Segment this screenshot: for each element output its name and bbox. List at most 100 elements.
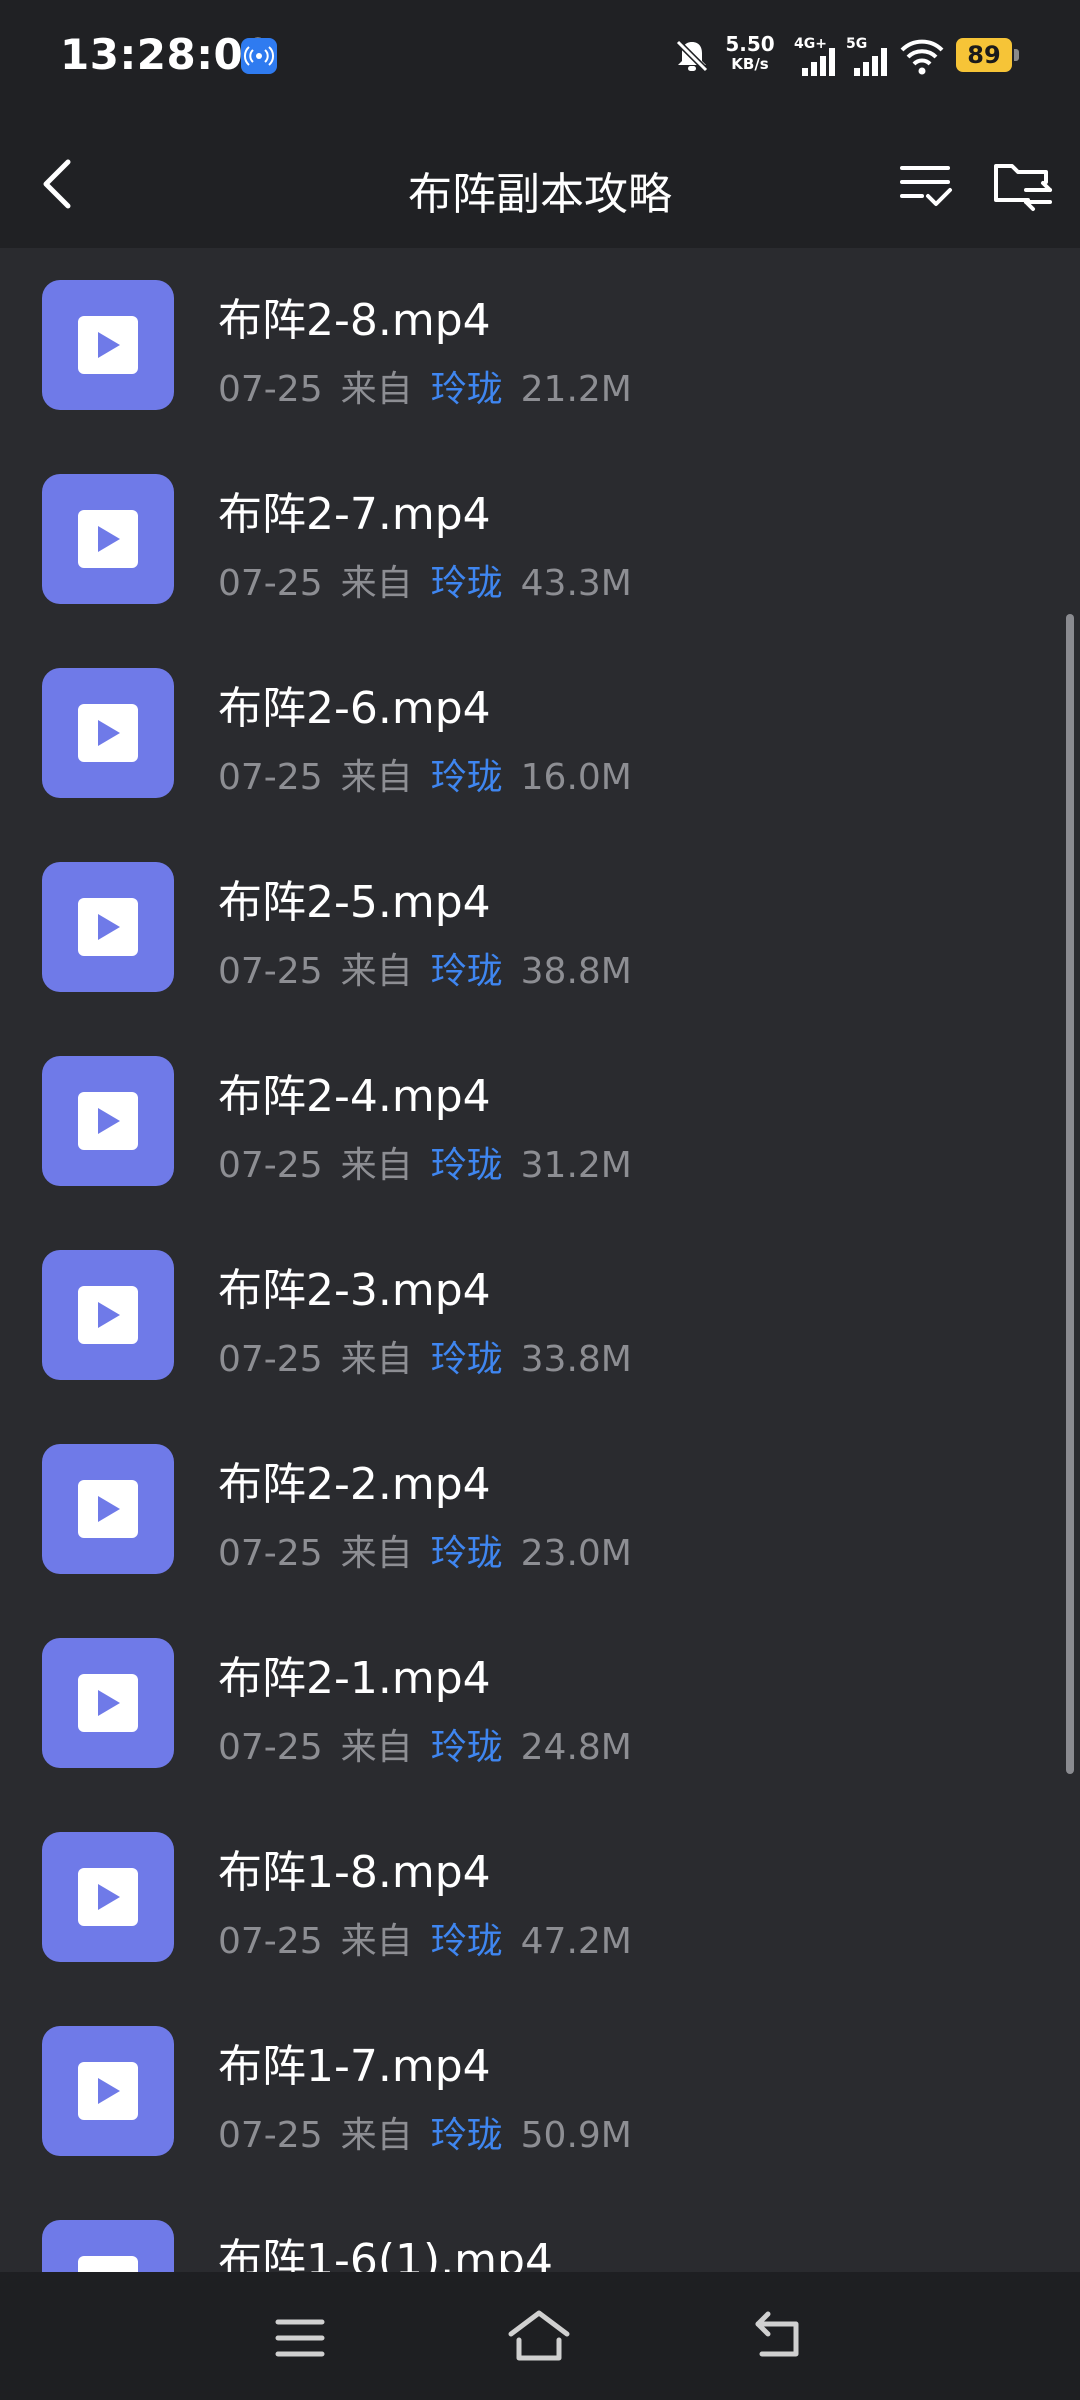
file-from-label: 来自 bbox=[340, 1339, 413, 1380]
file-from-label: 来自 bbox=[340, 757, 413, 798]
file-date: 07-25 bbox=[218, 1921, 323, 1962]
file-name: 布阵2-5.mp4 bbox=[218, 877, 491, 928]
home-icon[interactable] bbox=[506, 2308, 572, 2364]
file-name: 布阵2-3.mp4 bbox=[218, 1265, 491, 1316]
signal-icon-2: 5G bbox=[846, 36, 890, 76]
video-thumbnail bbox=[42, 1638, 174, 1768]
list-item[interactable]: 布阵2-3.mp4 07-25 来自 玲珑 33.8M bbox=[0, 1218, 1060, 1412]
file-size: 21.2M bbox=[520, 369, 632, 410]
file-name: 布阵2-1.mp4 bbox=[218, 1653, 491, 1704]
file-date: 07-25 bbox=[218, 1727, 323, 1768]
file-date: 07-25 bbox=[218, 2115, 323, 2156]
video-thumbnail bbox=[42, 1444, 174, 1574]
sort-check-icon[interactable] bbox=[898, 156, 954, 212]
video-thumbnail bbox=[42, 1056, 174, 1186]
bell-off-icon bbox=[672, 36, 712, 76]
back-icon[interactable] bbox=[752, 2310, 806, 2360]
file-name: 布阵2-8.mp4 bbox=[218, 295, 491, 346]
file-from-label: 来自 bbox=[340, 563, 413, 604]
list-item[interactable]: 布阵2-5.mp4 07-25 来自 玲珑 38.8M bbox=[0, 830, 1060, 1024]
file-from-label: 来自 bbox=[340, 951, 413, 992]
file-meta: 07-25 来自 玲珑 21.2M bbox=[218, 360, 650, 412]
file-name: 布阵1-6(1).mp4 bbox=[218, 2235, 553, 2272]
file-source[interactable]: 玲珑 bbox=[431, 1533, 503, 1574]
list-item[interactable]: 布阵2-4.mp4 07-25 来自 玲珑 31.2M bbox=[0, 1024, 1060, 1218]
play-icon bbox=[78, 1480, 138, 1538]
file-from-label: 来自 bbox=[340, 1145, 413, 1186]
file-name: 布阵2-4.mp4 bbox=[218, 1071, 491, 1122]
list-item[interactable]: 布阵2-1.mp4 07-25 来自 玲珑 24.8M bbox=[0, 1606, 1060, 1800]
net-speed-value: 5.50 bbox=[725, 32, 775, 56]
file-from-label: 来自 bbox=[340, 369, 413, 410]
chevron-left-icon[interactable] bbox=[34, 154, 86, 214]
file-name: 布阵1-8.mp4 bbox=[218, 1847, 491, 1898]
file-source[interactable]: 玲珑 bbox=[431, 2115, 503, 2156]
menu-icon[interactable] bbox=[274, 2316, 326, 2360]
file-meta: 07-25 来自 玲珑 16.0M bbox=[218, 748, 650, 800]
file-size: 24.8M bbox=[520, 1727, 632, 1768]
file-size: 33.8M bbox=[520, 1339, 632, 1380]
file-size: 43.3M bbox=[520, 563, 632, 604]
play-icon bbox=[78, 1868, 138, 1926]
battery-tip bbox=[1014, 49, 1019, 61]
file-meta: 07-25 来自 玲珑 23.0M bbox=[218, 1524, 650, 1576]
play-icon bbox=[78, 2062, 138, 2120]
play-icon bbox=[78, 1286, 138, 1344]
play-icon bbox=[78, 1092, 138, 1150]
list-item[interactable]: 布阵1-8.mp4 07-25 来自 玲珑 47.2M bbox=[0, 1800, 1060, 1994]
list-item[interactable]: 布阵1-6(1).mp4 bbox=[0, 2188, 1060, 2272]
list-item[interactable]: 布阵2-7.mp4 07-25 来自 玲珑 43.3M bbox=[0, 442, 1060, 636]
net-speed: 5.50 KB/s bbox=[722, 34, 778, 74]
file-name: 布阵2-6.mp4 bbox=[218, 683, 491, 734]
file-name: 布阵2-2.mp4 bbox=[218, 1459, 491, 1510]
file-source[interactable]: 玲珑 bbox=[431, 1339, 503, 1380]
file-meta: 07-25 来自 玲珑 43.3M bbox=[218, 554, 650, 606]
video-thumbnail bbox=[42, 2220, 174, 2272]
app-header: 布阵副本攻略 bbox=[0, 118, 1080, 248]
file-from-label: 来自 bbox=[340, 1921, 413, 1962]
play-icon bbox=[78, 898, 138, 956]
file-source[interactable]: 玲珑 bbox=[431, 1145, 503, 1186]
play-icon bbox=[78, 2256, 138, 2272]
file-source[interactable]: 玲珑 bbox=[431, 757, 503, 798]
list-item[interactable]: 布阵1-7.mp4 07-25 来自 玲珑 50.9M bbox=[0, 1994, 1060, 2188]
file-size: 16.0M bbox=[520, 757, 632, 798]
file-size: 38.8M bbox=[520, 951, 632, 992]
video-thumbnail bbox=[42, 862, 174, 992]
play-icon bbox=[78, 1674, 138, 1732]
net-speed-unit: KB/s bbox=[731, 55, 769, 73]
file-date: 07-25 bbox=[218, 369, 323, 410]
video-thumbnail bbox=[42, 2026, 174, 2156]
file-source[interactable]: 玲珑 bbox=[431, 1727, 503, 1768]
signal-icon-1: 4G+ bbox=[794, 36, 838, 76]
status-bar: 13:28:00 5.50 KB/s 4G+ 5G 89 bbox=[0, 0, 1080, 118]
wifi-icon bbox=[898, 36, 946, 76]
file-source[interactable]: 玲珑 bbox=[431, 1921, 503, 1962]
list-item[interactable]: 布阵2-6.mp4 07-25 来自 玲珑 16.0M bbox=[0, 636, 1060, 830]
file-size: 47.2M bbox=[520, 1921, 632, 1962]
file-from-label: 来自 bbox=[340, 1533, 413, 1574]
play-icon bbox=[78, 316, 138, 374]
video-thumbnail bbox=[42, 1832, 174, 1962]
file-source[interactable]: 玲珑 bbox=[431, 951, 503, 992]
list-item[interactable]: 布阵2-8.mp4 07-25 来自 玲珑 21.2M bbox=[0, 248, 1060, 442]
play-icon bbox=[78, 510, 138, 568]
battery-icon: 89 bbox=[956, 38, 1012, 72]
file-meta: 07-25 来自 玲珑 47.2M bbox=[218, 1912, 650, 1964]
file-date: 07-25 bbox=[218, 1533, 323, 1574]
file-source[interactable]: 玲珑 bbox=[431, 369, 503, 410]
file-name: 布阵2-7.mp4 bbox=[218, 489, 491, 540]
folder-swap-icon[interactable] bbox=[992, 152, 1054, 214]
screen: 13:28:00 5.50 KB/s 4G+ 5G 89 布阵副本攻略 布阵2-… bbox=[0, 0, 1080, 2400]
play-icon bbox=[78, 704, 138, 762]
hotspot-icon bbox=[241, 38, 277, 74]
scrollbar[interactable] bbox=[1066, 614, 1074, 1774]
file-source[interactable]: 玲珑 bbox=[431, 563, 503, 604]
video-thumbnail bbox=[42, 474, 174, 604]
file-meta: 07-25 来自 玲珑 50.9M bbox=[218, 2106, 650, 2158]
file-date: 07-25 bbox=[218, 757, 323, 798]
file-meta: 07-25 来自 玲珑 24.8M bbox=[218, 1718, 650, 1770]
file-date: 07-25 bbox=[218, 1145, 323, 1186]
list-item[interactable]: 布阵2-2.mp4 07-25 来自 玲珑 23.0M bbox=[0, 1412, 1060, 1606]
status-icons: 5.50 KB/s 4G+ 5G 89 bbox=[672, 32, 1042, 82]
